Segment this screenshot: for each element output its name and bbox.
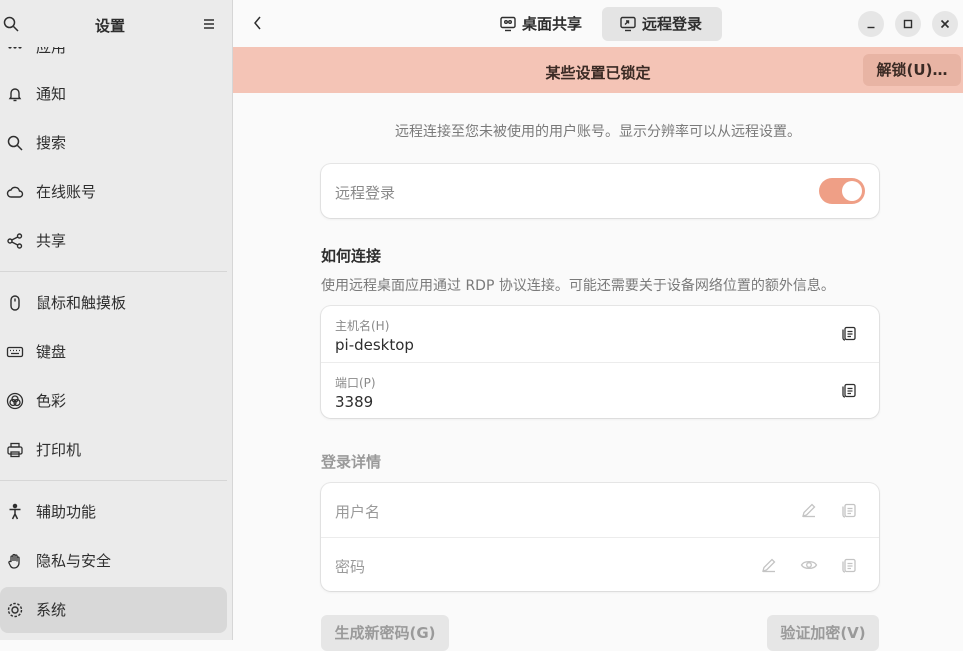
sidebar-item-label: 共享: [36, 232, 67, 250]
tab-label: 远程登录: [642, 15, 703, 33]
how-to-connect-title: 如何连接: [321, 247, 382, 265]
sidebar-item-sharing[interactable]: 共享: [0, 218, 227, 264]
hamburger-menu-icon[interactable]: [200, 15, 218, 33]
edit-icon[interactable]: [800, 501, 818, 519]
sidebar-item-keyboard[interactable]: 键盘: [0, 329, 227, 375]
sidebar-item-accessibility[interactable]: 辅助功能: [0, 489, 227, 535]
sidebar-header: 设置: [0, 0, 232, 47]
login-details-card: 用户名 密码: [321, 483, 879, 591]
sidebar-item-label: 通知: [36, 85, 67, 103]
keyboard-icon: [6, 343, 24, 361]
generate-password-button[interactable]: 生成新密码(G): [321, 615, 449, 651]
sidebar: 应用 通知 搜索 在线账号 共享 鼠标和触摸板 键盘 色彩 打印机 辅助功能 隐…: [0, 0, 233, 640]
close-icon: [940, 19, 950, 29]
unlock-button[interactable]: 解锁(U)…: [863, 54, 961, 86]
sidebar-item-label: 隐私与安全: [36, 552, 112, 570]
sidebar-item-label: 系统: [36, 601, 67, 619]
minimize-button[interactable]: [858, 11, 884, 37]
maximize-icon: [903, 19, 913, 29]
sidebar-item-label: 鼠标和触摸板: [36, 294, 127, 312]
row-divider: [321, 362, 879, 363]
gear-icon: [6, 601, 24, 619]
tab-desktop-sharing[interactable]: 桌面共享: [482, 7, 592, 41]
sidebar-item-mouse[interactable]: 鼠标和触摸板: [0, 280, 227, 326]
username-label: 用户名: [335, 503, 381, 521]
desktop-share-icon: [499, 15, 517, 33]
sidebar-item-system[interactable]: 系统: [0, 587, 227, 633]
sidebar-item-label: 色彩: [36, 392, 67, 410]
sidebar-item-label: 键盘: [36, 343, 67, 361]
password-label: 密码: [335, 558, 366, 576]
port-caption: 端口(P): [335, 376, 376, 390]
remote-login-toggle[interactable]: [819, 178, 865, 204]
color-icon: [6, 392, 24, 410]
remote-login-card: 远程登录: [321, 164, 879, 218]
login-details-title: 登录详情: [321, 453, 382, 471]
search-icon: [6, 134, 24, 152]
main-header: 桌面共享 远程登录: [233, 0, 963, 47]
sidebar-item-notifications[interactable]: 通知: [0, 71, 227, 117]
toggle-knob: [842, 181, 862, 201]
hand-icon: [6, 552, 24, 570]
share-icon: [6, 232, 24, 250]
locked-banner: 某些设置已锁定 解锁(U)…: [233, 47, 963, 93]
sidebar-item-search[interactable]: 搜索: [0, 120, 227, 166]
how-to-connect-description: 使用远程桌面应用通过 RDP 协议连接。可能还需要关于设备网络位置的额外信息。: [321, 278, 835, 294]
edit-icon[interactable]: [760, 556, 778, 574]
maximize-button[interactable]: [895, 11, 921, 37]
port-value: 3389: [335, 393, 374, 411]
remote-login-label: 远程登录: [335, 184, 396, 202]
sidebar-item-label: 搜索: [36, 134, 67, 152]
bell-icon: [6, 85, 24, 103]
back-icon[interactable]: [247, 12, 269, 34]
sidebar-separator: [0, 271, 227, 272]
page-description: 远程连接至您未被使用的用户账号。显示分辨率可以从远程设置。: [395, 124, 801, 140]
sidebar-separator: [0, 480, 227, 481]
hostname-caption: 主机名(H): [335, 319, 390, 333]
sidebar-item-color[interactable]: 色彩: [0, 378, 227, 424]
sidebar-item-printers[interactable]: 打印机: [0, 427, 227, 473]
tab-label: 桌面共享: [522, 15, 583, 33]
printer-icon: [6, 441, 24, 459]
banner-text: 某些设置已锁定: [545, 64, 651, 82]
eye-icon[interactable]: [800, 556, 818, 574]
copy-icon[interactable]: [840, 556, 858, 574]
remote-login-page: 远程连接至您未被使用的用户账号。显示分辨率可以从远程设置。 远程登录 如何连接 …: [233, 93, 963, 651]
tab-remote-login[interactable]: 远程登录: [602, 7, 722, 41]
sidebar-title: 设置: [94, 17, 125, 35]
copy-icon[interactable]: [840, 381, 858, 399]
remote-login-icon: [619, 15, 637, 33]
close-button[interactable]: [932, 11, 958, 37]
copy-icon[interactable]: [840, 324, 858, 342]
accessibility-icon: [6, 503, 24, 521]
row-divider: [321, 537, 879, 538]
copy-icon[interactable]: [840, 501, 858, 519]
connection-info-card: 主机名(H) pi-desktop 端口(P) 3389: [321, 306, 879, 418]
cloud-icon: [6, 183, 24, 201]
verify-encryption-button[interactable]: 验证加密(V): [767, 615, 879, 651]
hostname-value: pi-desktop: [335, 336, 414, 354]
mouse-icon: [6, 294, 24, 312]
sidebar-item-online-accounts[interactable]: 在线账号: [0, 169, 227, 215]
sidebar-item-label: 辅助功能: [36, 503, 97, 521]
sidebar-item-label: 打印机: [36, 441, 82, 459]
minimize-icon: [867, 26, 875, 29]
sidebar-item-label: 在线账号: [36, 183, 97, 201]
sidebar-item-privacy[interactable]: 隐私与安全: [0, 538, 227, 584]
